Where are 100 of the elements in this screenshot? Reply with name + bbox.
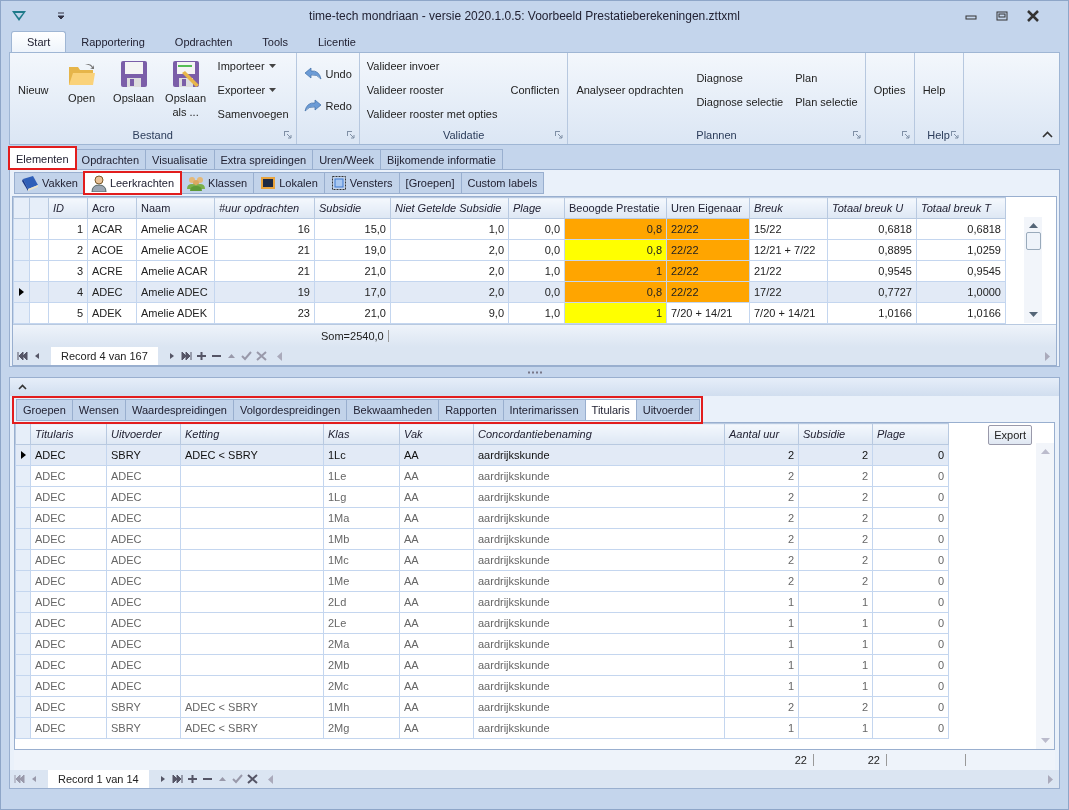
ribbon-button[interactable]: Samenvoegen — [214, 103, 292, 124]
column-header[interactable]: Concordantiebenaming — [473, 423, 725, 445]
column-header[interactable]: #uur opdrachten — [214, 197, 315, 219]
collapse-caret-icon[interactable] — [18, 384, 27, 390]
ribbon-button[interactable]: Undo — [300, 59, 355, 88]
scroll-up-arrow-icon[interactable] — [1028, 223, 1038, 228]
tab[interactable]: Interimarissen — [502, 399, 586, 421]
table-cell: 1,0166 — [827, 302, 917, 324]
tab[interactable]: Opdrachten — [74, 149, 147, 169]
tab[interactable]: Volgordespreidingen — [232, 399, 348, 421]
column-header[interactable]: Naam — [136, 197, 215, 219]
column-header[interactable]: Subsidie — [314, 197, 391, 219]
column-header[interactable]: Subsidie — [798, 423, 873, 445]
tab[interactable]: Uitvoerder — [635, 399, 701, 421]
table-cell: 2Mc — [323, 675, 400, 697]
column-header[interactable]: Breuk — [749, 197, 828, 219]
ribbon-button[interactable]: Help — [918, 59, 950, 120]
dialog-launcher-icon[interactable] — [283, 131, 292, 139]
table-cell: 0 — [872, 549, 949, 571]
dialog-launcher-icon[interactable] — [901, 131, 910, 139]
maximize-icon[interactable] — [995, 10, 1009, 22]
ribbon-tab[interactable]: Start — [11, 31, 67, 52]
tab[interactable]: Klassen — [180, 172, 255, 194]
tab[interactable]: Wensen — [71, 399, 126, 421]
scroll-left-arrow-icon[interactable] — [267, 774, 273, 784]
tab[interactable]: Lokalen — [253, 172, 325, 194]
ribbon-button[interactable]: Valideer rooster met opties — [363, 103, 501, 124]
scroll-left-arrow-icon[interactable] — [276, 351, 282, 361]
table-cell: aardrijkskunde — [473, 717, 725, 739]
column-header[interactable]: Niet Getelde Subsidie — [390, 197, 509, 219]
tab[interactable]: Rapporten — [438, 399, 504, 421]
column-header[interactable]: Totaal breuk U — [827, 197, 917, 219]
ribbon-button[interactable]: Conflicten — [506, 59, 564, 120]
nav-last-icon[interactable] — [171, 774, 183, 784]
ribbon-tab[interactable]: Tools — [247, 31, 303, 52]
ribbon-button[interactable]: Opslaan — [110, 54, 157, 125]
table-cell: 0 — [872, 465, 949, 487]
tab[interactable]: Extra spreidingen — [213, 149, 314, 169]
app-logo-icon[interactable] — [11, 10, 27, 22]
table-cell: 1Mb — [323, 528, 400, 550]
column-header[interactable]: Aantal uur — [724, 423, 799, 445]
tab[interactable]: Vensters — [323, 172, 400, 194]
ribbon-button[interactable]: Diagnose selectie — [693, 91, 787, 112]
collapse-ribbon-icon[interactable] — [1042, 131, 1053, 138]
ribbon-dropdown[interactable]: Importeer — [214, 55, 292, 76]
ribbon-tab[interactable]: Licentie — [303, 31, 371, 52]
ribbon-button[interactable]: Analyseer opdrachten — [572, 59, 688, 120]
ribbon-button[interactable]: Valideer invoer — [363, 55, 501, 76]
nav-last-icon[interactable] — [180, 351, 192, 361]
nav-cross-icon[interactable] — [246, 774, 258, 784]
export-button[interactable]: Export — [988, 425, 1032, 445]
dialog-launcher-icon[interactable] — [346, 131, 355, 139]
column-header[interactable]: Acro — [87, 197, 137, 219]
ribbon-button[interactable]: Open — [58, 54, 105, 125]
tab[interactable]: Bijkomende informatie — [379, 149, 503, 169]
ribbon-button[interactable]: Nieuw — [14, 59, 53, 120]
column-header[interactable]: Plage — [872, 423, 949, 445]
table-cell: 0,9545 — [827, 260, 917, 282]
ribbon-button[interactable]: Opties — [869, 59, 910, 120]
ribbon-button[interactable]: Redo — [300, 91, 355, 120]
ribbon-button[interactable]: Plan — [792, 67, 861, 88]
nav-plus-icon[interactable] — [186, 774, 198, 784]
ribbon-button[interactable]: Plan selectie — [792, 91, 861, 112]
nav-plus-icon[interactable] — [195, 351, 207, 361]
nav-first-icon[interactable] — [17, 351, 28, 361]
scroll-right-arrow-icon[interactable] — [1045, 351, 1050, 361]
tab[interactable]: Groepen — [16, 399, 73, 421]
quick-access-caret-icon[interactable] — [57, 12, 65, 20]
dialog-launcher-icon[interactable] — [852, 131, 861, 139]
column-header[interactable]: Uren Eigenaar — [666, 197, 750, 219]
ribbon-tab[interactable]: Rapportering — [66, 31, 160, 52]
table-cell: AA — [399, 570, 474, 592]
tab[interactable]: Vakken — [14, 172, 85, 194]
ribbon-button[interactable]: Diagnose — [693, 67, 787, 88]
tab[interactable]: Elementen — [9, 147, 76, 169]
nav-check-icon[interactable] — [231, 774, 243, 784]
ribbon-tab[interactable]: Opdrachten — [159, 31, 248, 52]
tab[interactable]: [Groepen] — [398, 172, 462, 194]
nav-check-icon[interactable] — [240, 351, 252, 361]
splitter-grip-icon[interactable] — [526, 370, 543, 374]
column-header[interactable]: ID — [48, 197, 88, 219]
tab[interactable]: Waardespreidingen — [124, 399, 234, 421]
table-cell: 0 — [872, 612, 949, 634]
ribbon-dropdown[interactable]: Exporteer — [214, 79, 292, 100]
close-icon[interactable] — [1026, 10, 1040, 22]
vertical-scrollbar[interactable] — [1024, 217, 1042, 323]
column-header[interactable]: Totaal breuk T — [916, 197, 1006, 219]
tab[interactable]: Leerkrachten — [83, 172, 182, 194]
scroll-thumb[interactable] — [1025, 232, 1041, 250]
dialog-launcher-icon[interactable] — [950, 131, 959, 139]
tab[interactable]: Bekwaamheden — [346, 399, 440, 421]
ribbon-button[interactable]: Opslaan als ... — [162, 54, 209, 125]
tab[interactable]: Custom labels — [460, 172, 545, 194]
ribbon-button[interactable]: Valideer rooster — [363, 79, 501, 100]
column-header[interactable]: Plage — [508, 197, 565, 219]
dialog-launcher-icon[interactable] — [555, 131, 564, 139]
column-header[interactable]: Beoogde Prestatie — [564, 197, 667, 219]
scroll-right-arrow-icon[interactable] — [1048, 774, 1053, 784]
tab[interactable]: Titularis — [584, 399, 637, 421]
scroll-down-arrow-icon[interactable] — [1028, 312, 1038, 317]
